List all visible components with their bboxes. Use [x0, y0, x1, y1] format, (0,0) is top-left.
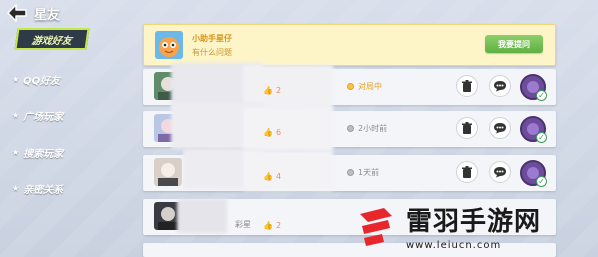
friend-row[interactable]: 👍 4 1天前 ✓	[143, 149, 556, 191]
tab-game-friends[interactable]: 游戏好友	[14, 28, 90, 50]
check-icon: ✓	[536, 90, 547, 101]
back-button[interactable]	[6, 3, 28, 23]
chat-button[interactable]	[489, 117, 511, 139]
status-badge: 1天前	[347, 167, 379, 178]
tab-label: 游戏好友	[30, 35, 73, 47]
chat-bubble-icon	[494, 123, 506, 134]
thumb-up-icon: 👍	[263, 172, 273, 181]
trash-icon	[462, 165, 472, 178]
thumb-up-icon: 👍	[263, 221, 273, 230]
watermark: 雷羽手游网 www.leiucn.com	[350, 195, 598, 257]
tab-label: 搜索玩家	[23, 149, 64, 160]
page-title: 星友	[34, 7, 61, 23]
check-icon: ✓	[536, 132, 547, 143]
sidebar: 游戏好友	[8, 28, 138, 50]
star-icon: ★	[12, 111, 20, 120]
header: 星友	[6, 2, 60, 24]
friend-row[interactable]: 👍 6 2小时前 ✓	[143, 103, 556, 151]
tab-label: QQ好友	[23, 76, 61, 87]
status-dot-icon	[347, 125, 354, 132]
invite-game-button[interactable]: ✓	[520, 160, 547, 187]
chat-bubble-icon	[494, 167, 506, 178]
chat-button[interactable]	[489, 75, 511, 97]
invite-game-button[interactable]: ✓	[520, 74, 547, 101]
star-icon: ★	[12, 184, 20, 193]
chat-bubble-icon	[494, 81, 506, 92]
friend-avatar	[154, 158, 182, 186]
trash-icon	[462, 121, 472, 134]
watermark-logo-icon	[360, 208, 392, 246]
like-count: 👍 2	[263, 221, 282, 230]
back-arrow-icon	[7, 4, 27, 22]
invite-game-button[interactable]: ✓	[520, 116, 547, 143]
tab-search-players[interactable]: ★ 搜索玩家	[12, 145, 122, 160]
status-badge: 对局中	[347, 81, 382, 92]
chat-button[interactable]	[489, 161, 511, 183]
friend-name-partial: 彩星	[235, 220, 251, 229]
helper-row: 小助手星仔 有什么问题 我要提问	[143, 24, 556, 66]
like-count: 👍 2	[263, 86, 282, 95]
blurred-info	[243, 107, 333, 151]
tab-qq-friends[interactable]: ★ QQ好友	[12, 72, 122, 87]
like-count: 👍 6	[263, 128, 282, 137]
tab-label: 亲密关系	[23, 185, 64, 196]
status-dot-icon	[347, 83, 354, 90]
blurred-name	[177, 199, 227, 233]
helper-subtitle: 有什么问题	[192, 48, 232, 57]
watermark-title: 雷羽手游网	[406, 207, 542, 237]
delete-button[interactable]	[456, 117, 478, 139]
watermark-url: www.leiucn.com	[406, 240, 502, 251]
star-icon: ★	[12, 148, 20, 157]
check-icon: ✓	[536, 176, 547, 187]
tab-square-players[interactable]: ★ 广场玩家	[12, 108, 122, 123]
trash-icon	[462, 79, 472, 92]
tab-label: 广场玩家	[23, 112, 64, 123]
tab-intimate-relations[interactable]: ★ 亲密关系	[12, 181, 122, 196]
delete-button[interactable]	[456, 75, 478, 97]
thumb-up-icon: 👍	[263, 86, 273, 95]
status-dot-icon	[347, 169, 354, 176]
helper-avatar	[155, 31, 183, 59]
delete-button[interactable]	[456, 161, 478, 183]
star-icon: ★	[12, 75, 20, 84]
blurred-info	[243, 151, 333, 191]
like-count: 👍 4	[263, 172, 282, 181]
friend-row[interactable]: 👍 2 对局中 ✓	[143, 63, 556, 109]
thumb-up-icon: 👍	[263, 128, 273, 137]
helper-name: 小助手星仔	[192, 34, 232, 43]
ask-question-button[interactable]: 我要提问	[485, 35, 543, 53]
status-badge: 2小时前	[347, 123, 387, 134]
